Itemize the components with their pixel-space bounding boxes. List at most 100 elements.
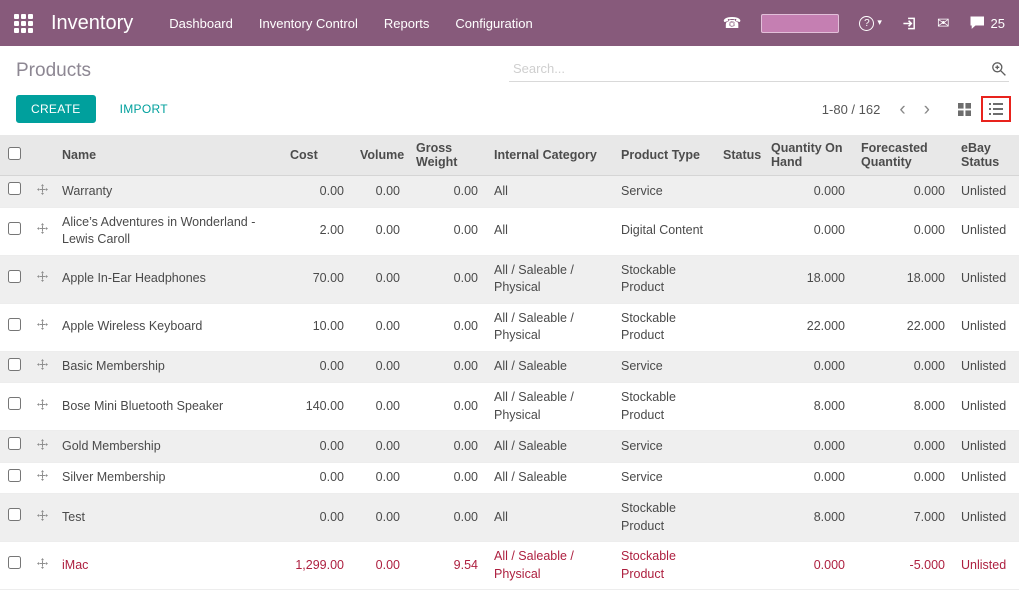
table-row[interactable]: Apple In-Ear Headphones 70.00 0.00 0.00 All … [0,255,1019,304]
cell-volume[interactable]: 0.00 [352,303,408,352]
cell-name[interactable]: Warranty [54,175,282,208]
pager-next-icon[interactable]: › [915,100,939,119]
cell-name[interactable]: Silver Membership [54,462,282,494]
cell-volume[interactable]: 0.00 [352,541,408,590]
cell-forecasted-qty[interactable]: 22.000 [853,303,953,352]
row-drag-cell[interactable] [30,382,54,431]
column-header-product-type[interactable]: Product Type [613,135,715,176]
cell-status[interactable] [715,303,763,352]
cell-product-type[interactable]: Service [613,462,715,494]
cell-internal-category[interactable]: All / Saleable / Physical [486,382,613,431]
row-checkbox[interactable] [8,269,21,283]
search-zoom-icon[interactable] [991,61,1007,77]
cell-ebay-status[interactable]: Unlisted [953,351,1019,383]
cell-ebay-status[interactable]: Unlisted [953,462,1019,494]
row-drag-cell[interactable] [30,175,54,208]
row-drag-cell[interactable] [30,541,54,590]
cell-product-type[interactable]: Stockable Product [613,382,715,431]
cell-product-type[interactable]: Stockable Product [613,541,715,590]
cell-internal-category[interactable]: All / Saleable [486,351,613,383]
cell-volume[interactable]: 0.00 [352,430,408,463]
cell-name[interactable]: Apple In-Ear Headphones [54,255,282,304]
cell-product-type[interactable]: Service [613,175,715,208]
cell-cost[interactable]: 0.00 [282,462,352,494]
table-row[interactable]: Silver Membership 0.00 0.00 0.00 All / Salea… [0,462,1019,494]
cell-name[interactable]: iMac [54,541,282,590]
cell-gross-weight[interactable]: 0.00 [408,382,486,431]
cell-cost[interactable]: 1,299.00 [282,541,352,590]
row-checkbox[interactable] [8,437,21,450]
cell-qty-on-hand[interactable]: 0.000 [763,351,853,383]
row-checkbox[interactable] [8,182,21,195]
cell-volume[interactable]: 0.00 [352,207,408,256]
cell-name[interactable]: Bose Mini Bluetooth Speaker [54,382,282,431]
pager-range[interactable]: 1-80 / 162 [822,102,881,117]
cell-qty-on-hand[interactable]: 0.000 [763,207,853,256]
cell-qty-on-hand[interactable]: 0.000 [763,541,853,590]
row-drag-cell[interactable] [30,493,54,542]
cell-name[interactable]: Apple Wireless Keyboard [54,303,282,352]
cell-ebay-status[interactable]: Unlisted [953,175,1019,208]
column-header-internal-category[interactable]: Internal Category [486,135,613,176]
row-drag-cell[interactable] [30,207,54,256]
table-row[interactable]: iMac 1,299.00 0.00 9.54 All / Saleable / Phy… [0,541,1019,590]
cell-gross-weight[interactable]: 0.00 [408,351,486,383]
row-drag-cell[interactable] [30,255,54,304]
list-view-icon[interactable] [981,96,1011,122]
cell-internal-category[interactable]: All / Saleable / Physical [486,303,613,352]
cell-status[interactable] [715,382,763,431]
cell-product-type[interactable]: Stockable Product [613,493,715,542]
cell-forecasted-qty[interactable]: 0.000 [853,351,953,383]
cell-qty-on-hand[interactable]: 0.000 [763,175,853,208]
cell-gross-weight[interactable]: 0.00 [408,430,486,463]
table-row[interactable]: Alice’s Adventures in Wonderland - Lewis… [0,207,1019,256]
cell-cost[interactable]: 0.00 [282,493,352,542]
cell-ebay-status[interactable]: Unlisted [953,430,1019,463]
cell-product-type[interactable]: Service [613,430,715,463]
pager-previous-icon[interactable]: ‹ [890,100,914,119]
cell-product-type[interactable]: Stockable Product [613,255,715,304]
cell-internal-category[interactable]: All / Saleable / Physical [486,255,613,304]
column-header-cost[interactable]: Cost [282,135,352,176]
cell-internal-category[interactable]: All [486,175,613,208]
cell-volume[interactable]: 0.00 [352,382,408,431]
cell-product-type[interactable]: Digital Content [613,207,715,256]
row-checkbox[interactable] [8,556,21,570]
cell-cost[interactable]: 140.00 [282,382,352,431]
cell-volume[interactable]: 0.00 [352,175,408,208]
cell-ebay-status[interactable]: Unlisted [953,303,1019,352]
cell-ebay-status[interactable]: Unlisted [953,382,1019,431]
column-header-volume[interactable]: Volume [352,135,408,176]
cell-forecasted-qty[interactable]: -5.000 [853,541,953,590]
row-checkbox[interactable] [8,508,21,522]
row-drag-cell[interactable] [30,430,54,463]
cell-forecasted-qty[interactable]: 0.000 [853,207,953,256]
apps-grid-icon[interactable] [14,13,33,33]
row-drag-cell[interactable] [30,351,54,383]
table-row[interactable]: Apple Wireless Keyboard 10.00 0.00 0.00 All … [0,303,1019,352]
table-row[interactable]: Gold Membership 0.00 0.00 0.00 All / Saleabl… [0,430,1019,463]
app-title[interactable]: Inventory [51,12,133,35]
cell-status[interactable] [715,207,763,256]
phone-icon[interactable]: ☎ [723,15,742,31]
menu-configuration[interactable]: Configuration [455,16,532,31]
cell-gross-weight[interactable]: 9.54 [408,541,486,590]
cell-forecasted-qty[interactable]: 8.000 [853,382,953,431]
row-checkbox[interactable] [8,221,21,235]
cell-cost[interactable]: 2.00 [282,207,352,256]
table-row[interactable]: Bose Mini Bluetooth Speaker 140.00 0.00 0.0… [0,382,1019,431]
cell-qty-on-hand[interactable]: 18.000 [763,255,853,304]
kanban-view-icon[interactable] [951,98,977,120]
row-drag-cell[interactable] [30,462,54,494]
cell-volume[interactable]: 0.00 [352,255,408,304]
menu-dashboard[interactable]: Dashboard [169,16,233,31]
column-header-gross-weight[interactable]: Gross Weight [408,135,486,176]
help-menu[interactable]: ? ▾ [859,15,882,31]
column-header-forecasted-quantity[interactable]: Forecasted Quantity [853,135,953,176]
cell-gross-weight[interactable]: 0.00 [408,207,486,256]
menu-inventory-control[interactable]: Inventory Control [259,16,358,31]
row-drag-cell[interactable] [30,303,54,352]
cell-status[interactable] [715,493,763,542]
cell-qty-on-hand[interactable]: 0.000 [763,462,853,494]
cell-volume[interactable]: 0.00 [352,351,408,383]
